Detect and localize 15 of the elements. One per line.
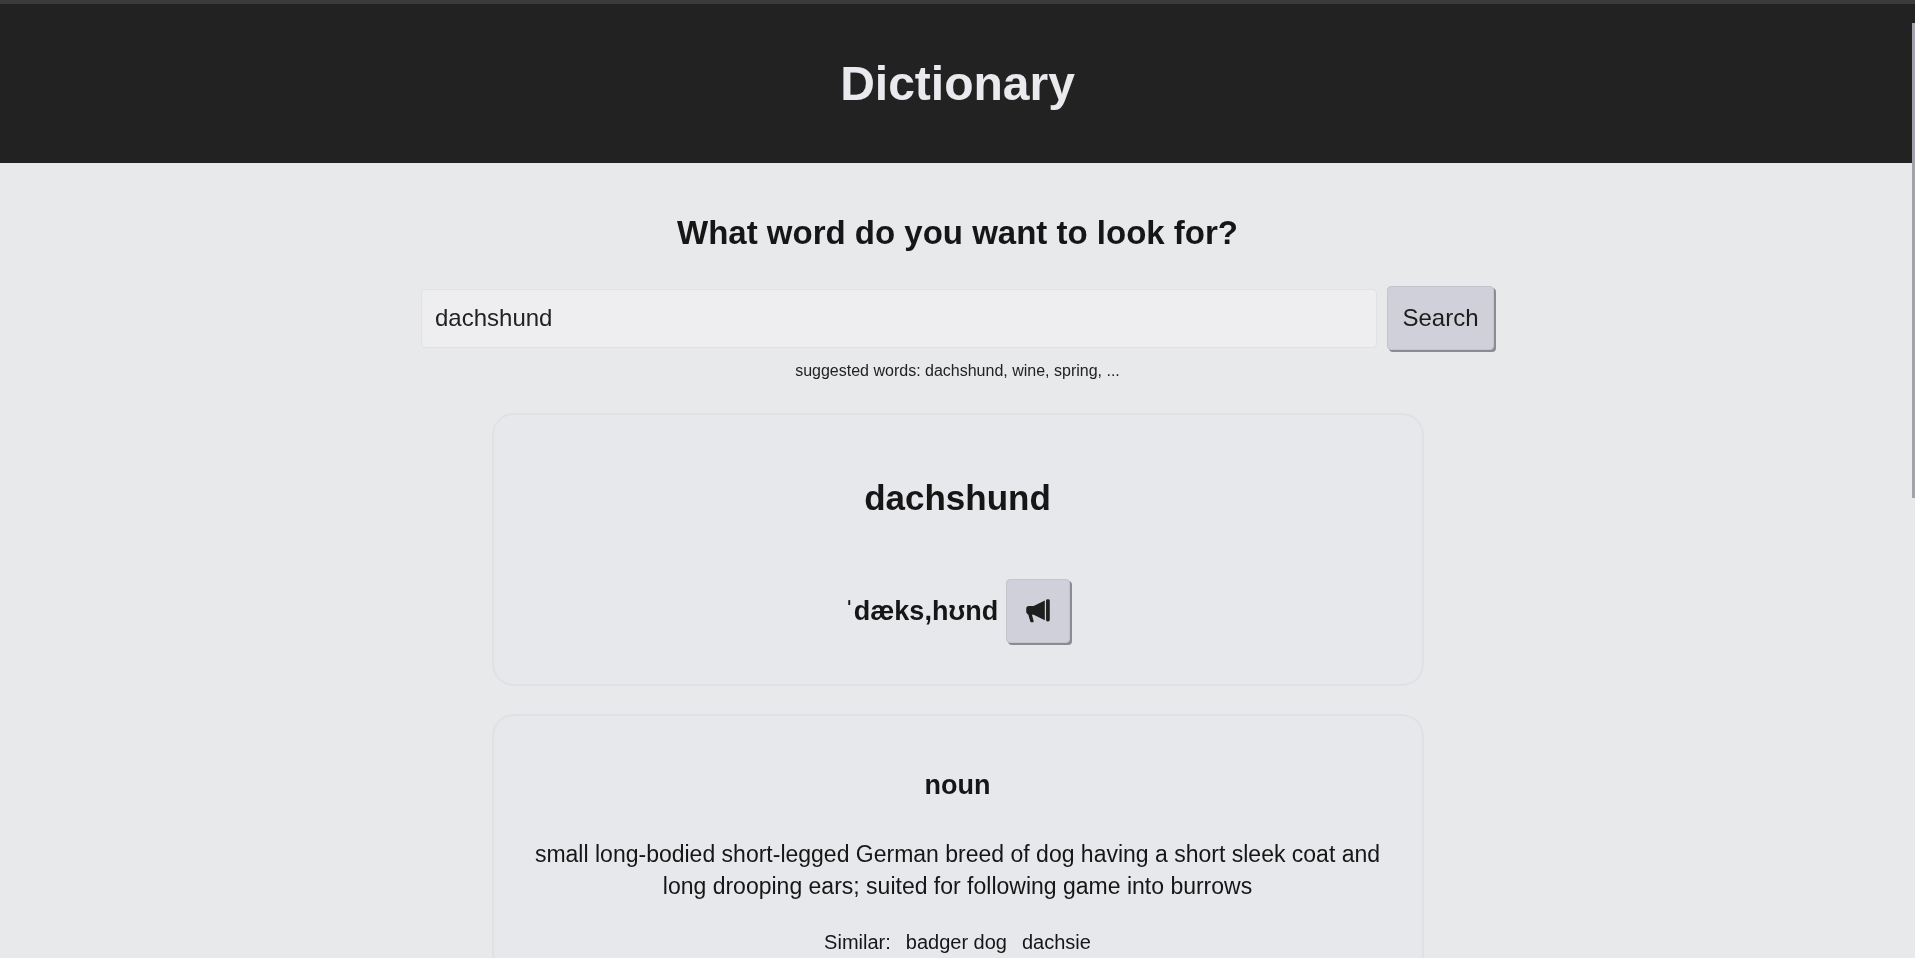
part-of-speech: noun (923, 769, 992, 802)
similar-word[interactable]: badger dog (905, 929, 1007, 955)
scrollbar-thumb[interactable] (1912, 23, 1915, 498)
pronunciation: ˈdæks,hʊnd (844, 595, 999, 627)
entry-word: dachshund (863, 477, 1052, 519)
play-pronunciation-button[interactable] (1006, 579, 1071, 643)
megaphone-icon (1025, 599, 1052, 623)
search-field[interactable]: dachshund (421, 288, 1377, 348)
suggested-words: suggested words: dachshund, wine, spring, ... (795, 361, 1120, 381)
app-title: Dictionary (840, 55, 1075, 112)
definition-text: small long-bodied short-legged German breed of dog having a short sleek coat and long drooping ears; suited for following game into burrows (533, 840, 1382, 901)
search-button[interactable]: Search (1387, 286, 1494, 350)
similar-word[interactable]: dachsie (1021, 929, 1091, 955)
similar-label: Similar: (824, 930, 891, 955)
search-prompt: What word do you want to look for? (677, 213, 1238, 253)
